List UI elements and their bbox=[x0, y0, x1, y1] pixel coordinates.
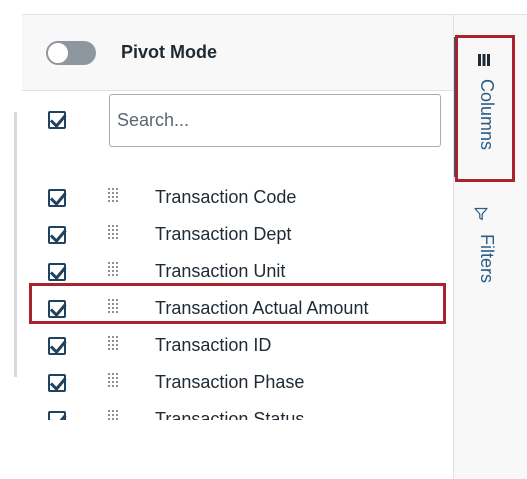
column-row-transaction-id[interactable]: Transaction ID bbox=[22, 328, 453, 365]
column-label: Transaction Unit bbox=[155, 261, 286, 281]
top-strip bbox=[0, 0, 527, 14]
checkmark-icon bbox=[49, 340, 67, 355]
column-row-transaction-dept[interactable]: Transaction Dept bbox=[22, 217, 453, 254]
column-row-transaction-phase[interactable]: Transaction Phase bbox=[22, 365, 453, 402]
checkmark-icon bbox=[49, 192, 67, 207]
column-label: Transaction Code bbox=[155, 187, 297, 207]
filter-icon bbox=[474, 207, 488, 221]
checkmark-icon bbox=[49, 266, 67, 281]
tab-filters[interactable]: Filters bbox=[454, 200, 527, 310]
drag-handle-icon[interactable] bbox=[108, 336, 120, 352]
drag-handle-icon[interactable] bbox=[108, 225, 120, 241]
pivot-mode-header: Pivot Mode bbox=[22, 15, 453, 91]
checkmark-icon bbox=[51, 414, 67, 420]
column-checkbox[interactable] bbox=[48, 374, 67, 392]
column-row-transaction-code[interactable]: Transaction Code bbox=[22, 180, 453, 217]
drag-handle-icon[interactable] bbox=[108, 188, 120, 204]
search-input[interactable] bbox=[117, 107, 427, 133]
column-checkbox[interactable] bbox=[48, 189, 67, 207]
left-scroll-edge bbox=[14, 112, 17, 377]
columns-tab-highlight bbox=[455, 35, 515, 182]
column-row-transaction-status[interactable]: Transaction Status bbox=[22, 402, 453, 420]
pivot-mode-label: Pivot Mode bbox=[121, 42, 218, 62]
pivot-mode-toggle[interactable] bbox=[46, 41, 96, 65]
drag-handle-icon[interactable] bbox=[108, 410, 120, 420]
columns-tool-panel: Pivot Mode Transaction Code bbox=[22, 15, 453, 479]
column-checkbox[interactable] bbox=[48, 226, 67, 244]
column-label: Transaction ID bbox=[155, 335, 272, 355]
search-field[interactable] bbox=[109, 94, 441, 147]
tab-filters-label: Filters bbox=[477, 234, 497, 283]
drag-handle-icon[interactable] bbox=[108, 373, 120, 389]
checkmark-icon bbox=[49, 377, 67, 392]
drag-handle-icon[interactable] bbox=[108, 262, 120, 278]
column-label: Transaction Status bbox=[155, 409, 305, 420]
column-checkbox[interactable] bbox=[48, 263, 67, 281]
checkmark-icon bbox=[49, 114, 67, 129]
column-checkbox[interactable] bbox=[48, 337, 67, 355]
column-label: Transaction Dept bbox=[155, 224, 292, 244]
checkmark-icon bbox=[49, 229, 67, 244]
column-checkbox[interactable] bbox=[48, 411, 67, 420]
toggle-knob bbox=[47, 42, 69, 64]
actual-amount-row-highlight bbox=[29, 283, 446, 324]
select-all-checkbox[interactable] bbox=[48, 111, 67, 129]
column-label: Transaction Phase bbox=[155, 372, 305, 392]
